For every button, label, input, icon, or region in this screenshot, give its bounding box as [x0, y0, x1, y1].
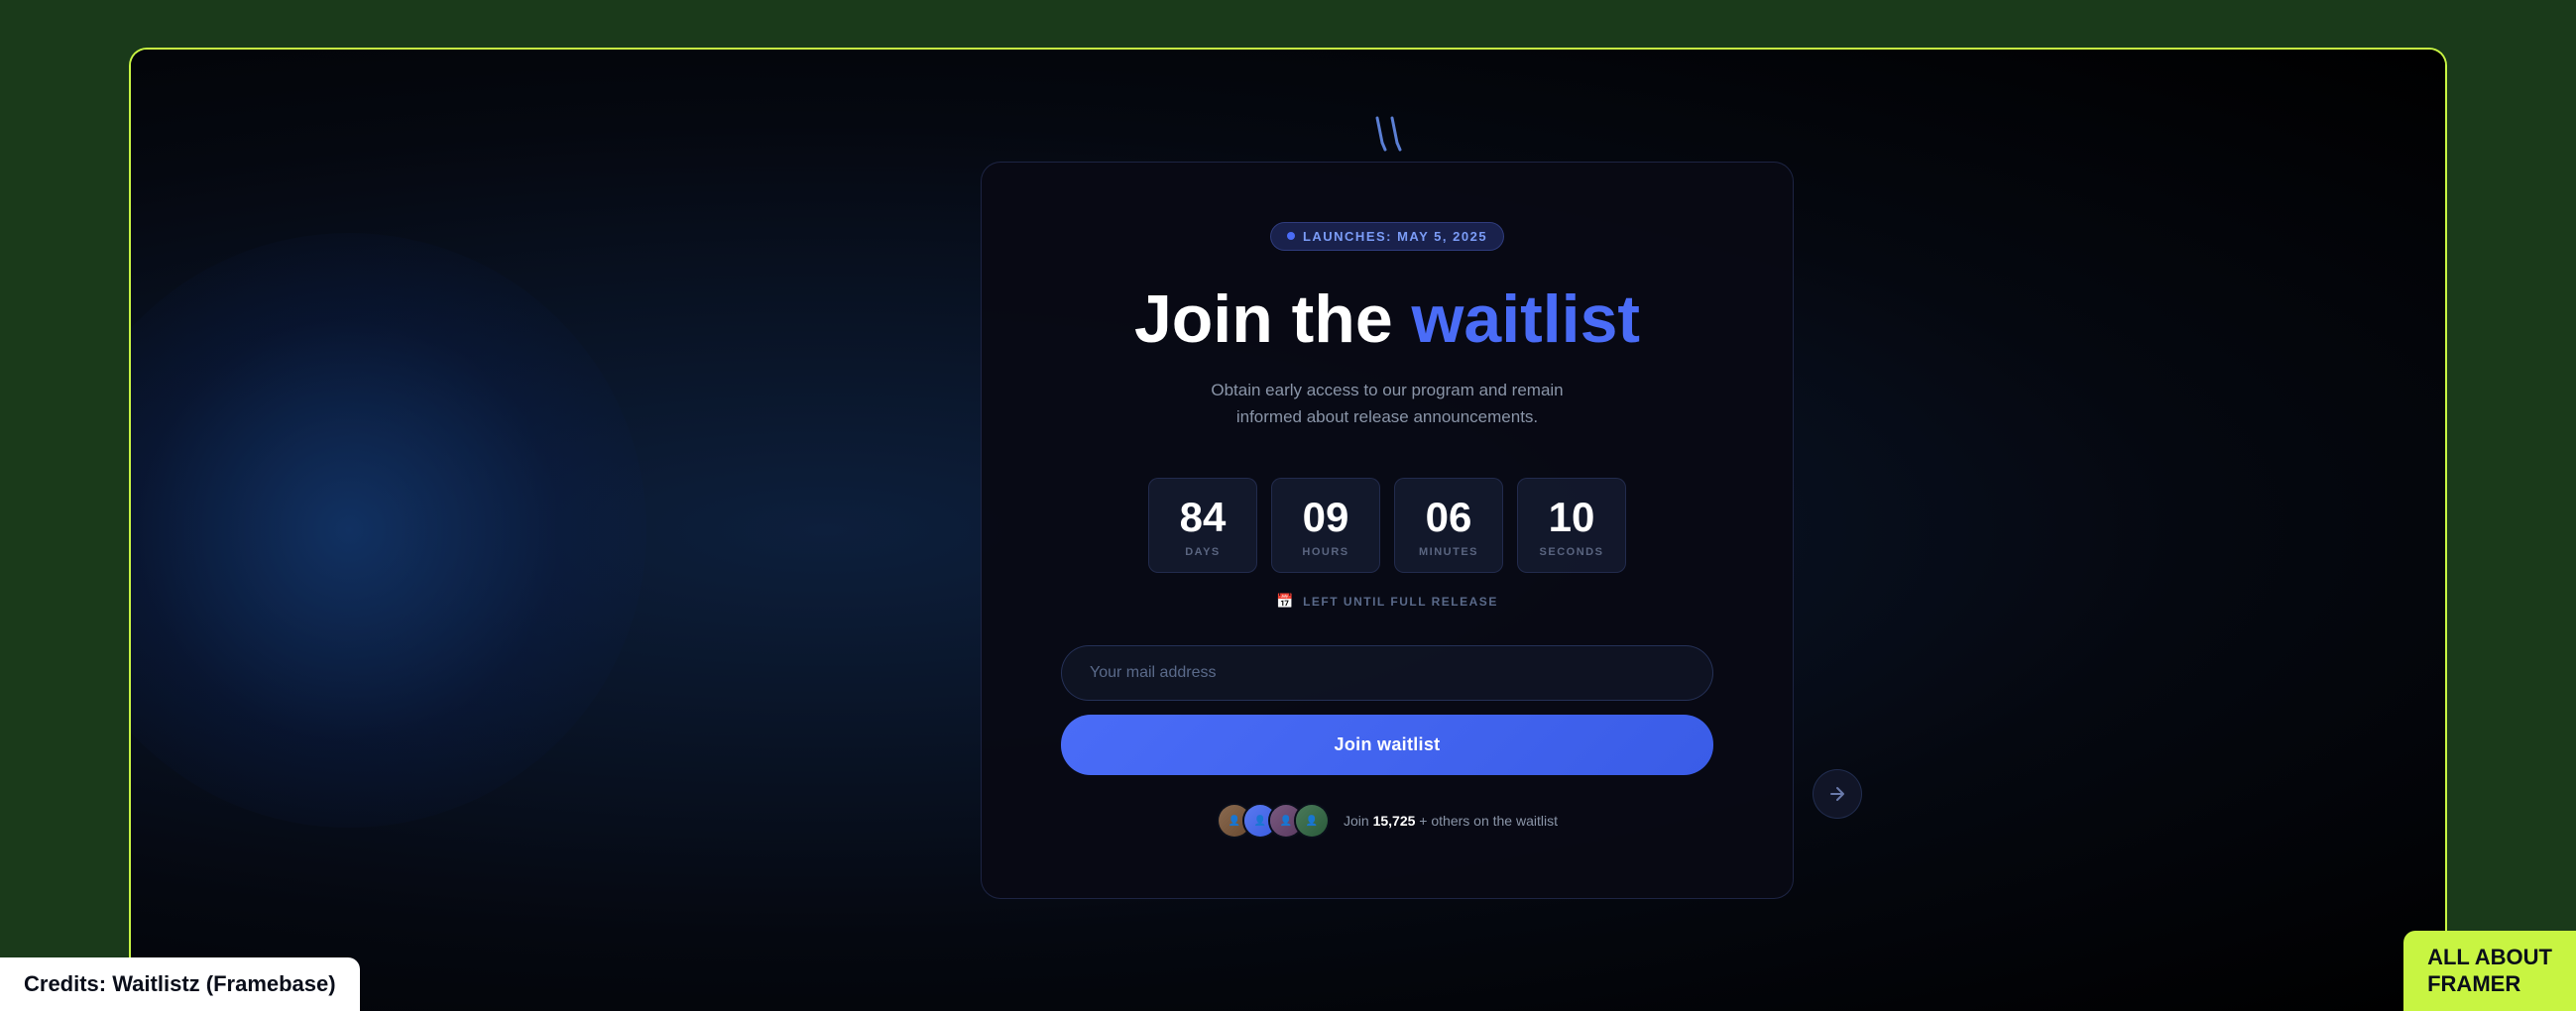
- social-join-prefix: Join: [1344, 813, 1373, 829]
- social-text: Join 15,725 + others on the waitlist: [1344, 813, 1558, 829]
- hours-value: 09: [1282, 497, 1369, 538]
- seconds-value: 10: [1528, 497, 1615, 538]
- minutes-label: MINUTES: [1405, 546, 1492, 558]
- avatar-img-4: 👤: [1296, 805, 1328, 837]
- page-background: LAUNCHES: MAY 5, 2025 Join the waitlist …: [131, 50, 2445, 1011]
- subtitle: Obtain early access to our program and r…: [1179, 377, 1595, 430]
- social-count: 15,725: [1373, 813, 1416, 829]
- heading-highlight: waitlist: [1412, 281, 1641, 357]
- main-heading: Join the waitlist: [1061, 282, 1713, 357]
- social-proof: 👤 👤 👤 👤 Join 15,725 + others on the wait…: [1061, 803, 1713, 839]
- countdown: 84 DAYS 09 HOURS 06 MINUTES 10 SECONDS: [1061, 478, 1713, 573]
- browser-frame: LAUNCHES: MAY 5, 2025 Join the waitlist …: [129, 48, 2447, 1011]
- days-label: DAYS: [1159, 546, 1246, 558]
- social-suffix: + others on the waitlist: [1415, 813, 1558, 829]
- framer-badge: ALL ABOUT FRAMER: [2403, 931, 2576, 1011]
- release-text: 📅 LEFT UNTIL FULL RELEASE: [1061, 593, 1713, 610]
- credits-text: Credits: Waitlistz (Framebase): [24, 971, 336, 996]
- countdown-seconds: 10 SECONDS: [1517, 478, 1626, 573]
- minutes-value: 06: [1405, 497, 1492, 538]
- heading-part1: Join the: [1134, 281, 1412, 357]
- release-label: LEFT UNTIL FULL RELEASE: [1303, 595, 1498, 609]
- email-input[interactable]: [1061, 645, 1713, 701]
- next-arrow-button[interactable]: [1813, 769, 1862, 819]
- avatar-4: 👤: [1294, 803, 1330, 839]
- join-waitlist-button[interactable]: Join waitlist: [1061, 715, 1713, 775]
- countdown-days: 84 DAYS: [1148, 478, 1257, 573]
- framer-text-line2: FRAMER: [2427, 971, 2552, 997]
- arrow-decoration: [1357, 108, 1417, 174]
- countdown-minutes: 06 MINUTES: [1394, 478, 1503, 573]
- badge-dot: [1287, 232, 1295, 240]
- credits-badge: Credits: Waitlistz (Framebase): [0, 957, 360, 1011]
- badge-text: LAUNCHES: MAY 5, 2025: [1303, 229, 1487, 244]
- avatar-group: 👤 👤 👤 👤: [1217, 803, 1330, 839]
- framer-text-line1: ALL ABOUT: [2427, 945, 2552, 970]
- hours-label: HOURS: [1282, 546, 1369, 558]
- glow-orb: [129, 233, 646, 828]
- seconds-label: SECONDS: [1528, 546, 1615, 558]
- countdown-hours: 09 HOURS: [1271, 478, 1380, 573]
- main-card: LAUNCHES: MAY 5, 2025 Join the waitlist …: [981, 162, 1794, 899]
- days-value: 84: [1159, 497, 1246, 538]
- calendar-icon: 📅: [1276, 593, 1295, 610]
- launch-badge: LAUNCHES: MAY 5, 2025: [1270, 222, 1504, 251]
